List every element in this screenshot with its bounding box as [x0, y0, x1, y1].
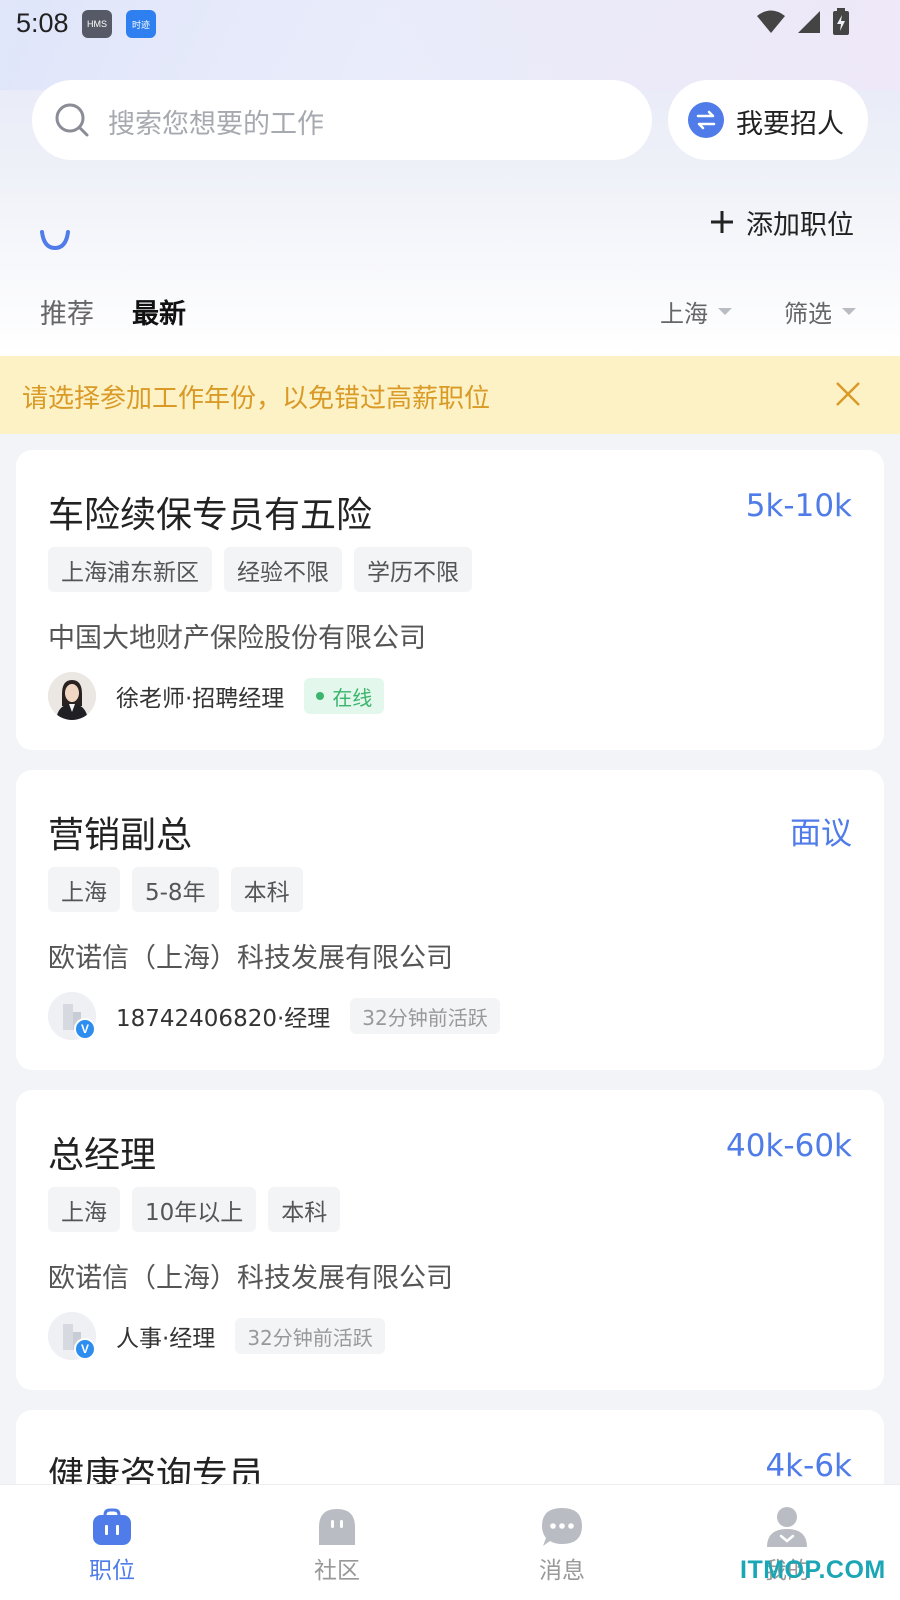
avatar-person-icon	[48, 672, 96, 720]
screen-filter-label: 筛选	[784, 300, 832, 328]
app-badge-icon: 时迹	[126, 10, 156, 38]
job-tag: 上海浦东新区	[48, 547, 212, 592]
status-badge: 32分钟前活跃	[350, 998, 500, 1034]
avatar	[48, 672, 96, 720]
job-card[interactable]: 总经理 40k-60k 上海 10年以上 本科 欧诺信（上海）科技发展有限公司 …	[16, 1090, 884, 1390]
job-tags: 上海 5-8年 本科	[48, 867, 303, 912]
user-icon	[767, 1507, 807, 1547]
job-tag: 本科	[268, 1187, 341, 1232]
add-job-label: 添加职位	[746, 209, 854, 241]
verified-icon: V	[74, 1018, 96, 1040]
plus-icon	[711, 211, 733, 233]
status-icons	[756, 8, 850, 36]
verified-icon: V	[74, 1338, 96, 1360]
job-tag: 5-8年	[132, 867, 219, 912]
hms-badge-icon: HMS	[82, 10, 112, 38]
job-tags: 上海 10年以上 本科	[48, 1187, 341, 1232]
search-icon	[55, 103, 89, 137]
signal-icon	[798, 11, 820, 33]
job-card[interactable]: 车险续保专员有五险 5k-10k 上海浦东新区 经验不限 学历不限 中国大地财产…	[16, 450, 884, 750]
job-tag: 本科	[230, 867, 303, 912]
job-title: 总经理	[48, 1135, 157, 1176]
online-dot-icon	[316, 692, 325, 700]
job-title: 营销副总	[48, 815, 193, 856]
nav-label: 消息	[539, 1558, 585, 1584]
job-tag: 学历不限	[354, 547, 472, 592]
job-salary: 4k-6k	[765, 1448, 852, 1484]
status-badge: 32分钟前活跃	[235, 1318, 385, 1354]
notice-text: 请选择参加工作年份，以免错过高薪职位	[22, 384, 491, 414]
tab-latest[interactable]: 最新	[132, 292, 186, 331]
status-bar: 5:08 HMS 时迹	[0, 0, 900, 48]
nav-item-messages[interactable]: 消息	[502, 1495, 622, 1585]
nav-item-community[interactable]: 社区	[277, 1495, 397, 1585]
job-salary: 面议	[790, 816, 852, 852]
briefcase-icon	[93, 1508, 131, 1545]
tab-recommend[interactable]: 推荐	[40, 292, 94, 331]
battery-icon	[833, 8, 849, 35]
ghost-icon	[319, 1509, 355, 1545]
recruit-label: 我要招人	[736, 109, 844, 140]
nav-label: 社区	[314, 1558, 360, 1584]
caret-down-icon	[842, 308, 856, 315]
recruit-button[interactable]: 我要招人	[668, 80, 868, 160]
wifi-icon	[757, 10, 785, 33]
nav-item-jobs[interactable]: 职位	[52, 1495, 172, 1585]
job-tags: 上海浦东新区 经验不限 学历不限	[48, 547, 472, 592]
job-card[interactable]: 营销副总 面议 上海 5-8年 本科 欧诺信（上海）科技发展有限公司 V 187…	[16, 770, 884, 1070]
company-name: 中国大地财产保险股份有限公司	[48, 623, 426, 654]
company-name: 欧诺信（上海）科技发展有限公司	[48, 1263, 453, 1294]
search-placeholder: 搜索您想要的工作	[108, 109, 324, 140]
recruiter-row: V 人事·经理 32分钟前活跃	[48, 1312, 385, 1360]
switch-icon	[688, 102, 724, 138]
job-tag: 10年以上	[132, 1187, 257, 1232]
recruiter-name: 18742406820·经理	[116, 1006, 331, 1032]
search-input[interactable]: 搜索您想要的工作	[32, 80, 652, 160]
city-filter[interactable]: 上海	[660, 294, 732, 329]
avatar: V	[48, 992, 96, 1040]
recruiter-name: 人事·经理	[116, 1326, 216, 1352]
screen-filter[interactable]: 筛选	[784, 294, 856, 329]
nav-label: 职位	[89, 1558, 135, 1584]
status-time: 5:08	[16, 8, 69, 38]
recruiter-name: 徐老师·招聘经理	[116, 686, 285, 712]
status-badge: 在线	[304, 678, 385, 714]
watermark-text: ITMOP.COM	[740, 1556, 886, 1584]
job-tag: 上海	[48, 867, 120, 912]
job-tag: 经验不限	[224, 547, 342, 592]
recruiter-row: V 18742406820·经理 32分钟前活跃	[48, 992, 500, 1040]
caret-down-icon	[718, 308, 732, 315]
status-text: 在线	[332, 685, 373, 710]
notice-banner: 请选择参加工作年份，以免错过高薪职位	[0, 356, 900, 434]
chat-icon	[542, 1508, 582, 1546]
job-tag: 上海	[48, 1187, 120, 1232]
company-name: 欧诺信（上海）科技发展有限公司	[48, 943, 453, 974]
job-salary: 5k-10k	[745, 488, 852, 524]
job-salary: 40k-60k	[726, 1128, 852, 1164]
avatar: V	[48, 1312, 96, 1360]
job-title: 车险续保专员有五险	[48, 495, 373, 536]
loading-spinner-icon	[40, 230, 70, 251]
recruiter-row: 徐老师·招聘经理 在线	[48, 672, 385, 720]
close-icon[interactable]	[834, 380, 862, 408]
add-job-button[interactable]: 添加职位	[708, 204, 854, 241]
city-filter-label: 上海	[660, 300, 708, 328]
